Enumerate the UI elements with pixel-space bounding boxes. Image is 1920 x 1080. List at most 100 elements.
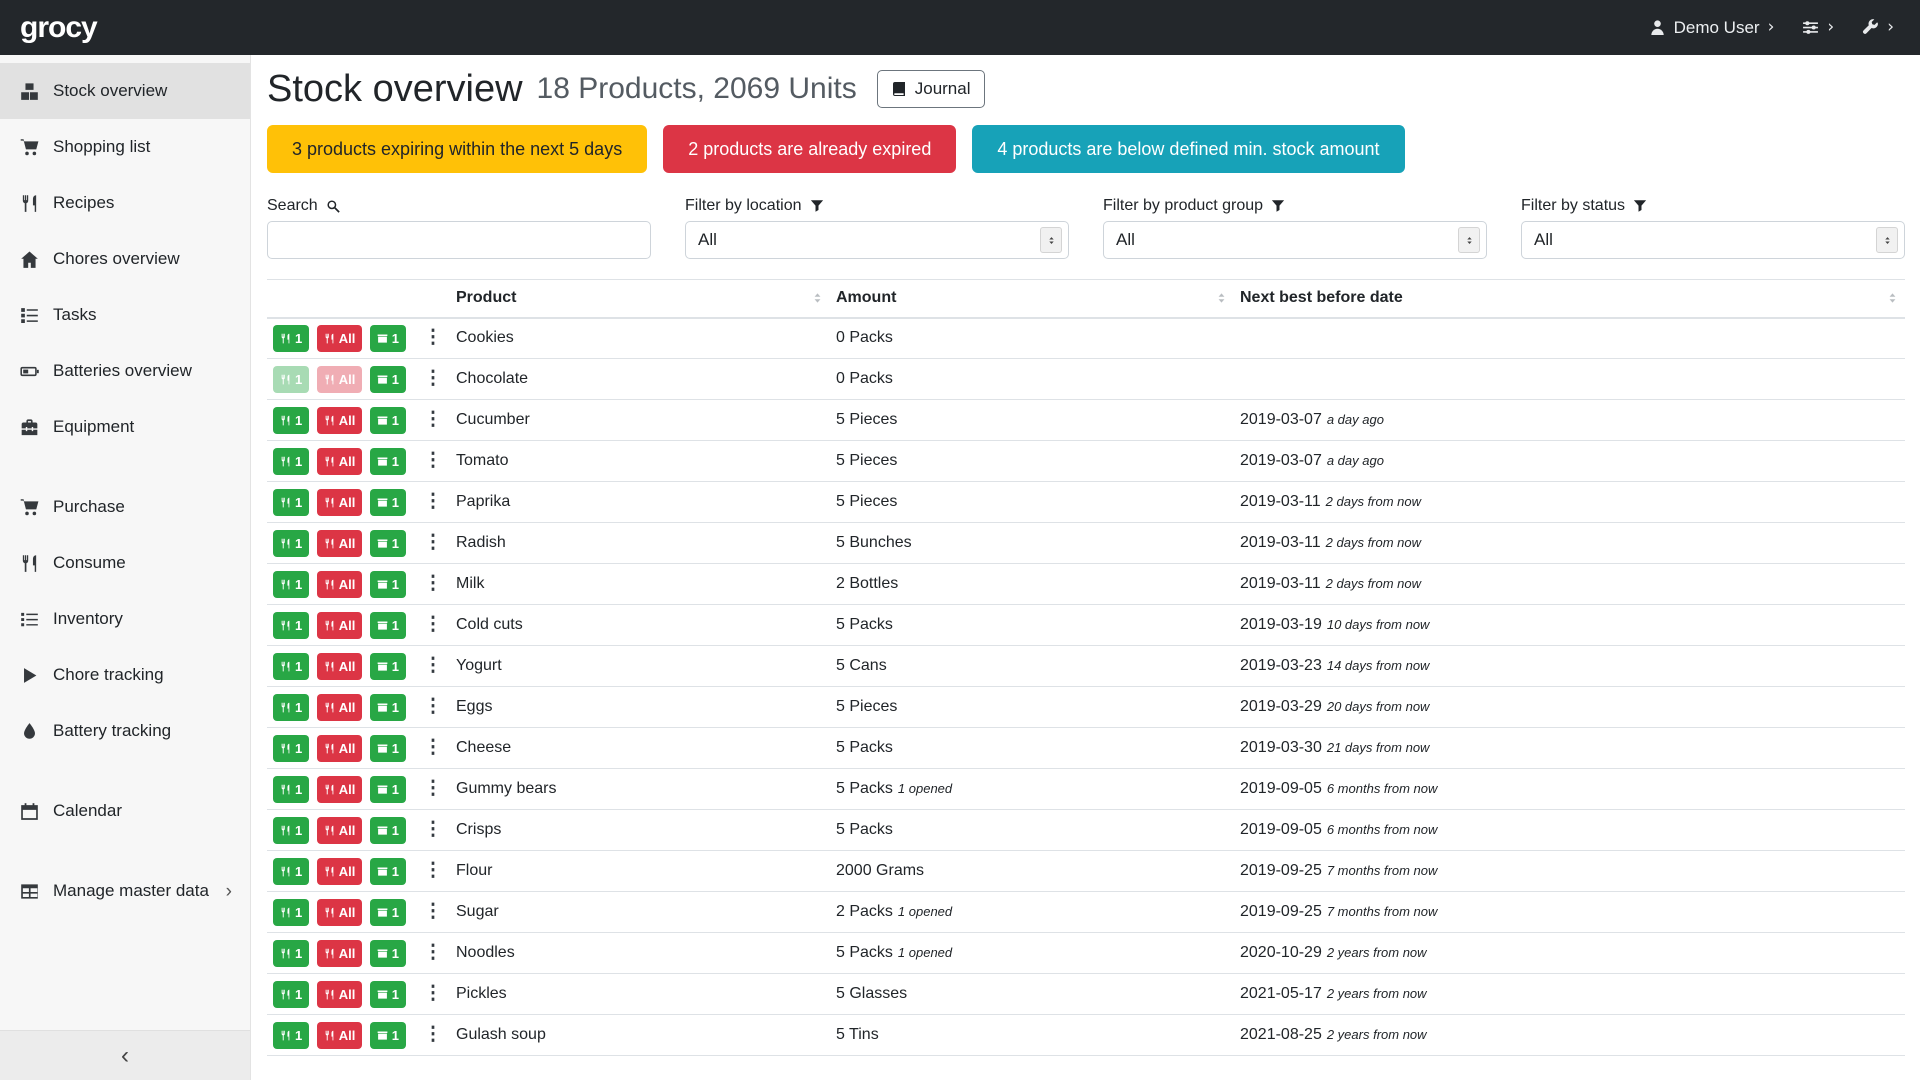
consume-one-button[interactable]: 1 — [273, 612, 309, 639]
purchase-one-button[interactable]: 1 — [370, 817, 406, 844]
consume-all-button[interactable]: All — [317, 448, 363, 475]
location-select[interactable]: All — [685, 221, 1069, 259]
consume-all-button[interactable]: All — [317, 940, 363, 967]
purchase-one-button[interactable]: 1 — [370, 407, 406, 434]
purchase-one-button[interactable]: 1 — [370, 1022, 406, 1049]
consume-one-button[interactable]: 1 — [273, 817, 309, 844]
sidebar-item-battery-tracking[interactable]: Battery tracking — [0, 703, 250, 759]
purchase-one-button[interactable]: 1 — [370, 448, 406, 475]
consume-all-button[interactable]: All — [317, 899, 363, 926]
row-menu-button[interactable]: ⋮ — [419, 778, 446, 800]
purchase-one-button[interactable]: 1 — [370, 325, 406, 352]
row-menu-button[interactable]: ⋮ — [419, 696, 446, 718]
row-menu-button[interactable]: ⋮ — [419, 450, 446, 472]
consume-all-button[interactable]: All — [317, 1022, 363, 1049]
sidebar-item-inventory[interactable]: Inventory — [0, 591, 250, 647]
sidebar-item-stock-overview[interactable]: Stock overview — [0, 63, 250, 119]
sidebar-item-consume[interactable]: Consume — [0, 535, 250, 591]
sidebar-item-tasks[interactable]: Tasks — [0, 287, 250, 343]
sidebar-item-calendar[interactable]: Calendar — [0, 783, 250, 839]
row-menu-button[interactable]: ⋮ — [419, 532, 446, 554]
purchase-one-button[interactable]: 1 — [370, 489, 406, 516]
purchase-one-button[interactable]: 1 — [370, 694, 406, 721]
consume-all-button[interactable]: All — [317, 530, 363, 557]
consume-one-button[interactable]: 1 — [273, 571, 309, 598]
purchase-one-button[interactable]: 1 — [370, 899, 406, 926]
app-logo[interactable]: grocy — [20, 11, 97, 45]
row-menu-button[interactable]: ⋮ — [419, 573, 446, 595]
consume-all-button[interactable]: All — [317, 325, 363, 352]
purchase-one-button[interactable]: 1 — [370, 366, 406, 393]
consume-one-button[interactable]: 1 — [273, 899, 309, 926]
consume-all-button[interactable]: All — [317, 407, 363, 434]
row-menu-button[interactable]: ⋮ — [419, 409, 446, 431]
sidebar-item-recipes[interactable]: Recipes — [0, 175, 250, 231]
purchase-one-button[interactable]: 1 — [370, 776, 406, 803]
row-menu-button[interactable]: ⋮ — [419, 327, 446, 349]
row-menu-button[interactable]: ⋮ — [419, 614, 446, 636]
consume-one-button[interactable]: 1 — [273, 1022, 309, 1049]
consume-one-button[interactable]: 1 — [273, 940, 309, 967]
consume-all-button[interactable]: All — [317, 776, 363, 803]
consume-one-button[interactable]: 1 — [273, 653, 309, 680]
expiring-alert-badge[interactable]: 3 products expiring within the next 5 da… — [267, 125, 647, 173]
consume-one-button[interactable]: 1 — [273, 407, 309, 434]
purchase-one-button[interactable]: 1 — [370, 571, 406, 598]
row-menu-button[interactable]: ⋮ — [419, 901, 446, 923]
purchase-one-button[interactable]: 1 — [370, 858, 406, 885]
consume-all-button[interactable]: All — [317, 981, 363, 1008]
consume-all-button[interactable]: All — [317, 489, 363, 516]
consume-all-button[interactable]: All — [317, 653, 363, 680]
row-menu-button[interactable]: ⋮ — [419, 491, 446, 513]
sidebar-item-purchase[interactable]: Purchase — [0, 479, 250, 535]
consume-all-button[interactable]: All — [317, 817, 363, 844]
purchase-one-button[interactable]: 1 — [370, 530, 406, 557]
consume-one-button[interactable]: 1 — [273, 694, 309, 721]
sidebar-item-chore-tracking[interactable]: Chore tracking — [0, 647, 250, 703]
purchase-one-button[interactable]: 1 — [370, 653, 406, 680]
consume-one-button[interactable]: 1 — [273, 776, 309, 803]
best-before-column-header[interactable]: Next best before date — [1234, 280, 1905, 318]
consume-all-button[interactable]: All — [317, 571, 363, 598]
consume-one-button[interactable]: 1 — [273, 530, 309, 557]
sidebar-collapse-button[interactable]: ‹ — [0, 1030, 250, 1080]
sidebar-item-batteries-overview[interactable]: Batteries overview — [0, 343, 250, 399]
sidebar-item-equipment[interactable]: Equipment — [0, 399, 250, 455]
consume-one-button[interactable]: 1 — [273, 489, 309, 516]
sidebar-item-manage-master-data[interactable]: Manage master data › — [0, 863, 250, 919]
consume-one-button[interactable]: 1 — [273, 981, 309, 1008]
sidebar-item-shopping-list[interactable]: Shopping list — [0, 119, 250, 175]
row-menu-button[interactable]: ⋮ — [419, 368, 446, 390]
below-min-stock-alert-badge[interactable]: 4 products are below defined min. stock … — [972, 125, 1404, 173]
product-group-select[interactable]: All — [1103, 221, 1487, 259]
purchase-one-button[interactable]: 1 — [370, 940, 406, 967]
row-menu-button[interactable]: ⋮ — [419, 737, 446, 759]
search-input[interactable] — [267, 221, 651, 259]
consume-all-button[interactable]: All — [317, 366, 363, 393]
consume-all-button[interactable]: All — [317, 735, 363, 762]
journal-button[interactable]: Journal — [877, 70, 985, 108]
consume-one-button[interactable]: 1 — [273, 858, 309, 885]
consume-all-button[interactable]: All — [317, 612, 363, 639]
consume-one-button[interactable]: 1 — [273, 366, 309, 393]
amount-column-header[interactable]: Amount — [830, 280, 1234, 318]
sidebar-item-chores-overview[interactable]: Chores overview — [0, 231, 250, 287]
settings-menu[interactable]: › — [1802, 19, 1834, 36]
purchase-one-button[interactable]: 1 — [370, 612, 406, 639]
row-menu-button[interactable]: ⋮ — [419, 1024, 446, 1046]
consume-all-button[interactable]: All — [317, 858, 363, 885]
admin-menu[interactable]: › — [1862, 19, 1894, 36]
row-menu-button[interactable]: ⋮ — [419, 983, 446, 1005]
user-menu[interactable]: Demo User › — [1649, 18, 1775, 38]
product-column-header[interactable]: Product — [450, 280, 830, 318]
status-select[interactable]: All — [1521, 221, 1905, 259]
purchase-one-button[interactable]: 1 — [370, 735, 406, 762]
row-menu-button[interactable]: ⋮ — [419, 942, 446, 964]
row-menu-button[interactable]: ⋮ — [419, 655, 446, 677]
consume-one-button[interactable]: 1 — [273, 325, 309, 352]
consume-one-button[interactable]: 1 — [273, 735, 309, 762]
row-menu-button[interactable]: ⋮ — [419, 860, 446, 882]
purchase-one-button[interactable]: 1 — [370, 981, 406, 1008]
consume-all-button[interactable]: All — [317, 694, 363, 721]
consume-one-button[interactable]: 1 — [273, 448, 309, 475]
